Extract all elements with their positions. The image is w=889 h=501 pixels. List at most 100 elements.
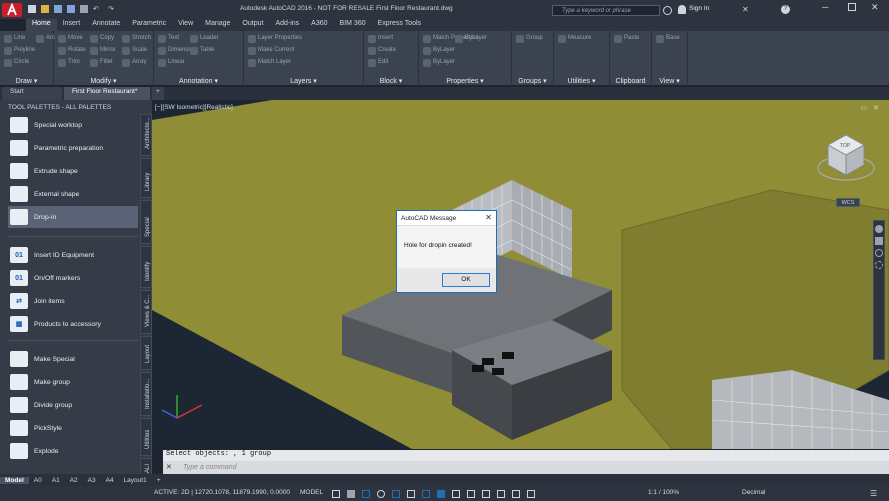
app-menu-button[interactable] — [2, 2, 22, 17]
ribbon-tool-label[interactable]: ByLayer — [433, 47, 455, 53]
ribbon-tab-parametric[interactable]: Parametric — [126, 19, 172, 31]
leader-icon[interactable] — [190, 35, 198, 43]
units-selector[interactable]: Decimal — [742, 489, 765, 496]
ribbon-tab-output[interactable]: Output — [236, 19, 269, 31]
ribbon-tab-express-tools[interactable]: Express Tools — [372, 19, 427, 31]
ribbon-tool-label[interactable]: Insert — [378, 35, 393, 41]
gizmo-icon[interactable] — [527, 490, 535, 498]
palette-item-drop-in[interactable]: Drop-in — [8, 206, 138, 228]
ribbon-tab-view[interactable]: View — [172, 19, 199, 31]
exchange-icon[interactable]: ✕ — [742, 5, 749, 14]
palette-item-join-items[interactable]: ⇄ Join items — [8, 290, 138, 312]
transparency-icon[interactable] — [452, 490, 460, 498]
ribbon-panel-title[interactable]: Utilities ▾ — [554, 77, 609, 85]
layout-tab-a2[interactable]: A2 — [65, 477, 83, 484]
user-icon[interactable] — [678, 5, 686, 14]
ribbon-panel-title[interactable]: Modify ▾ — [54, 77, 153, 85]
match-properties-icon[interactable] — [423, 35, 431, 43]
layout-tab-model[interactable]: Model — [0, 476, 29, 484]
palette-tab-identify[interactable]: Identify — [140, 246, 152, 288]
ribbon-tool-label[interactable]: Measure — [568, 35, 591, 41]
ribbon-tool-label[interactable]: Leader — [200, 35, 219, 41]
ribbon-tool-label[interactable]: Fillet — [100, 59, 113, 65]
rotate-icon[interactable] — [58, 47, 66, 55]
ribbon-panel-title[interactable]: Block ▾ — [364, 77, 418, 85]
insert-icon[interactable] — [368, 35, 376, 43]
layout-tab-a3[interactable]: A3 — [83, 477, 101, 484]
text-icon[interactable] — [158, 35, 166, 43]
zoom-icon[interactable] — [875, 249, 883, 257]
copy-icon[interactable] — [90, 35, 98, 43]
ribbon-tool-label[interactable]: Array — [132, 59, 146, 65]
ribbon-tool-label[interactable]: Layer Properties — [258, 35, 302, 41]
model-space-toggle[interactable]: MODEL — [300, 489, 323, 496]
ribbon-panel-title[interactable]: View ▾ — [652, 77, 687, 85]
stretch-icon[interactable] — [122, 35, 130, 43]
palette-item-parametric-preparation[interactable]: Parametric preparation — [8, 137, 138, 159]
ribbon-tool-label[interactable]: Copy — [100, 35, 114, 41]
ribbon-tool-label[interactable]: Rotate — [68, 47, 86, 53]
ribbon-tool-label[interactable]: Make Current — [258, 47, 294, 53]
save-icon[interactable] — [54, 5, 62, 13]
ribbon-tool-label[interactable]: ByLayer — [465, 35, 487, 41]
ribbon-tab-home[interactable]: Home — [26, 19, 57, 31]
palette-tab-views-c[interactable]: Views & C... — [140, 290, 152, 334]
polar-icon[interactable] — [377, 490, 385, 498]
move-icon[interactable] — [58, 35, 66, 43]
layout-tab-layout1[interactable]: Layout1 — [119, 477, 152, 484]
group-icon[interactable] — [516, 35, 524, 43]
ribbon-tool-label[interactable]: Polyline — [14, 47, 35, 53]
palette-item-pickstyle[interactable]: PickStyle — [8, 417, 138, 439]
create-icon[interactable] — [368, 47, 376, 55]
grid-icon[interactable] — [332, 490, 340, 498]
ribbon-panel-title[interactable]: Annotation ▾ — [154, 77, 243, 85]
dynamic-ucs-icon[interactable] — [497, 490, 505, 498]
ribbon-tool-label[interactable]: Create — [378, 47, 396, 53]
dimension-icon[interactable] — [158, 47, 166, 55]
search-box[interactable]: Type a keyword or phrase — [552, 5, 660, 16]
search-icon[interactable] — [663, 6, 672, 15]
edit-icon[interactable] — [368, 59, 376, 67]
table-icon[interactable] — [190, 47, 198, 55]
ribbon-tool-label[interactable]: ByLayer — [433, 59, 455, 65]
palette-tab-special[interactable]: Special — [140, 200, 152, 244]
otrack-icon[interactable] — [407, 490, 415, 498]
saveas-icon[interactable] — [67, 5, 75, 13]
bylayer-icon[interactable] — [423, 59, 431, 67]
layout-tab-a4[interactable]: A4 — [101, 477, 119, 484]
palette-item-make-group[interactable]: Make group — [8, 371, 138, 393]
ribbon-tool-label[interactable]: Circle — [14, 59, 29, 65]
ribbon-tool-label[interactable]: Mirror — [100, 47, 116, 53]
search-input[interactable]: Type a keyword or phrase — [562, 8, 631, 14]
new-tab-button[interactable]: + — [152, 87, 164, 100]
paste-icon[interactable] — [614, 35, 622, 43]
ribbon-tab-annotate[interactable]: Annotate — [86, 19, 126, 31]
layout-tab-a0[interactable]: A0 — [29, 477, 47, 484]
ribbon-panel-title[interactable]: Properties ▾ — [419, 77, 511, 85]
palette-item-explode[interactable]: Explode — [8, 440, 138, 462]
scale-icon[interactable] — [122, 47, 130, 55]
bylayer-icon[interactable] — [423, 47, 431, 55]
ribbon-tool-label[interactable]: Edit — [378, 59, 388, 65]
doc-tab-start[interactable]: Start — [2, 87, 62, 100]
ribbon-tab-manage[interactable]: Manage — [199, 19, 236, 31]
make-current-icon[interactable] — [248, 47, 256, 55]
measure-icon[interactable] — [558, 35, 566, 43]
quick-access-toolbar[interactable]: ↶ ↷ — [28, 5, 143, 14]
orbit-icon[interactable] — [875, 261, 883, 269]
ribbon-tab-add-ins[interactable]: Add-ins — [269, 19, 305, 31]
palette-item-products-to-accessory[interactable]: ▦ Products to accessory — [8, 313, 138, 335]
linear-icon[interactable] — [158, 59, 166, 67]
ribbon-tool-label[interactable]: Table — [200, 47, 214, 53]
pan-icon[interactable] — [875, 237, 883, 245]
palette-tab-architecte[interactable]: Architecte... — [140, 114, 152, 156]
arc-icon[interactable] — [36, 35, 44, 43]
palette-tab-installatio[interactable]: Installatio... — [140, 372, 152, 416]
ok-button[interactable]: OK — [442, 273, 490, 287]
palette-tab-utilities[interactable]: Utilities — [140, 418, 152, 456]
palette-item-make-special[interactable]: Make Special — [8, 348, 138, 370]
trim-icon[interactable] — [58, 59, 66, 67]
ribbon-tool-label[interactable]: Trim — [68, 59, 80, 65]
drawing-viewport[interactable]: [−][SW Isometric][Realistic] ▭ ✕ TOP WCS — [152, 100, 889, 449]
customize-icon[interactable]: ☰ — [870, 489, 877, 498]
